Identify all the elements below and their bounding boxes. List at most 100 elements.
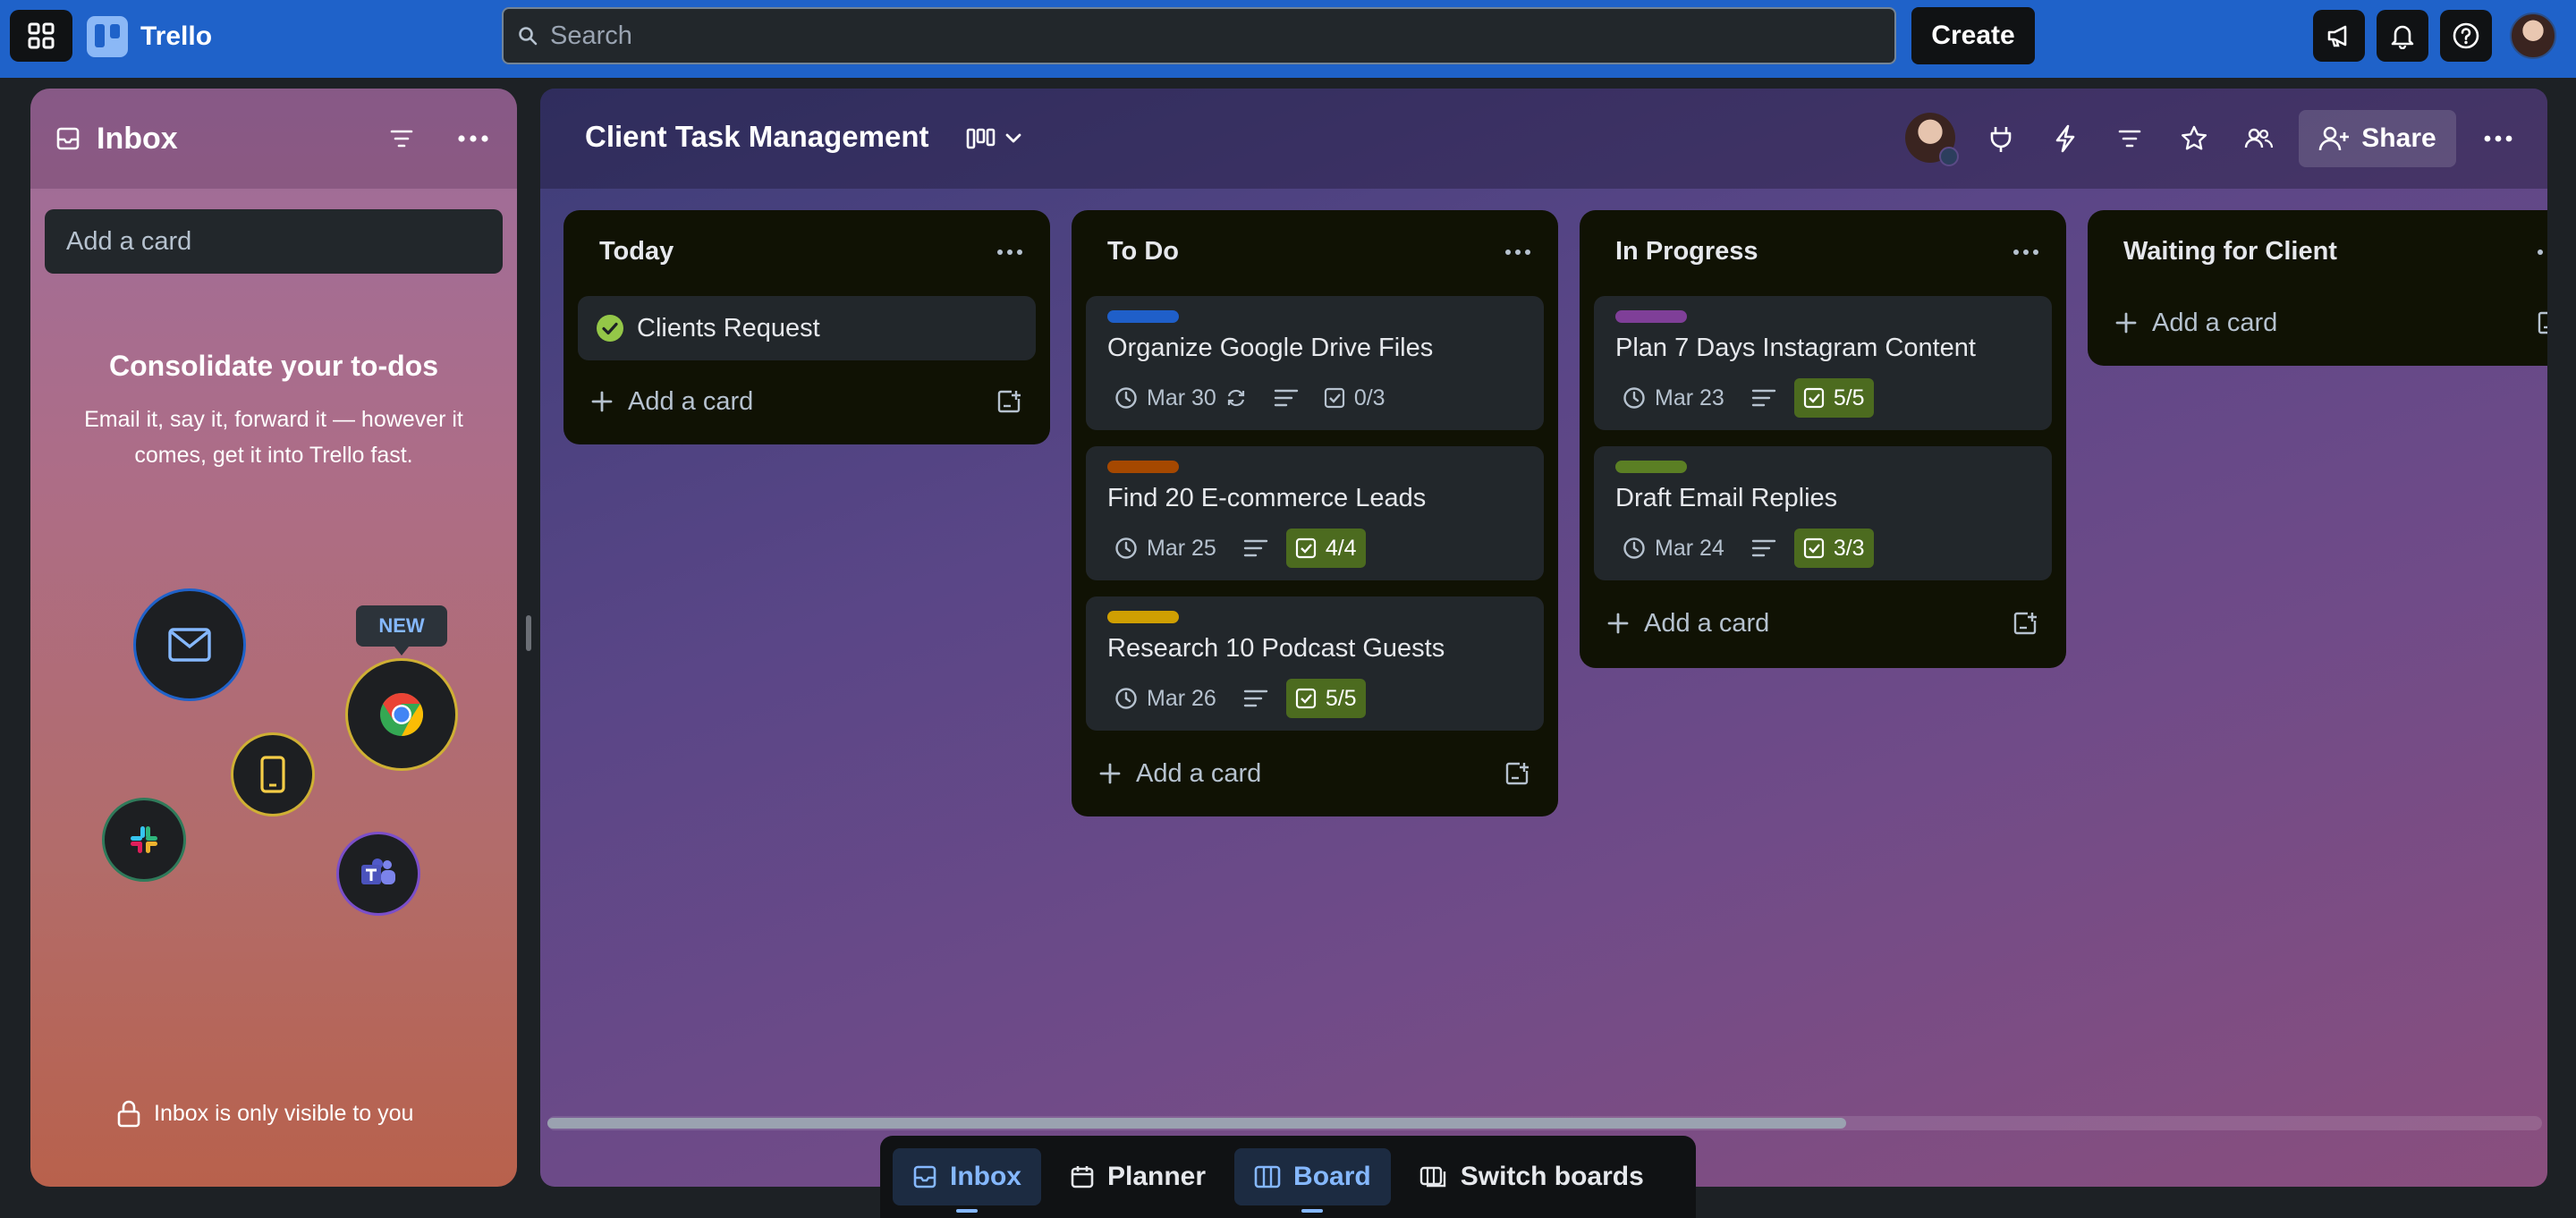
star-board-button[interactable] <box>2174 118 2215 159</box>
help-icon <box>2453 22 2479 49</box>
card[interactable]: Clients Request <box>578 296 1036 360</box>
card-label[interactable] <box>1615 461 1687 473</box>
search-input[interactable] <box>550 21 1802 51</box>
board-title[interactable]: Client Task Management <box>585 120 928 154</box>
switch-boards-icon <box>1419 1166 1445 1188</box>
card-template-icon[interactable] <box>2012 611 2038 636</box>
new-badge: NEW <box>356 605 447 656</box>
add-card-button[interactable]: Add a card <box>1086 749 1544 799</box>
list-to-do: To Do Organize Google Drive Files Mar 30… <box>1072 210 1558 816</box>
checklist-count: 5/5 <box>1325 685 1357 711</box>
card[interactable]: Research 10 Podcast Guests Mar 26 5/5 <box>1086 596 1544 731</box>
checklist-count: 3/3 <box>1833 535 1865 561</box>
teams-integration[interactable] <box>336 832 420 916</box>
switcher-switch-boards[interactable]: Switch boards <box>1400 1148 1664 1205</box>
share-button[interactable]: Share <box>2299 110 2456 167</box>
help-button[interactable] <box>2440 10 2492 62</box>
card-template-icon[interactable] <box>996 389 1021 414</box>
scrollbar-thumb[interactable] <box>547 1118 1846 1129</box>
due-date-badge[interactable]: Mar 25 <box>1107 529 1224 568</box>
add-card-button[interactable]: Add a card <box>578 376 1036 427</box>
board-canvas: Client Task Management Share Today Clien… <box>540 89 2547 1187</box>
inbox-more-button[interactable] <box>453 118 494 159</box>
chrome-integration[interactable] <box>345 658 458 771</box>
list-title[interactable]: Today <box>599 237 674 266</box>
board-member-avatar[interactable] <box>1905 113 1959 166</box>
more-horizontal-icon <box>1505 250 1530 255</box>
due-date-badge[interactable]: Mar 26 <box>1107 679 1224 718</box>
email-integration[interactable] <box>133 588 246 701</box>
card-label[interactable] <box>1107 611 1179 623</box>
completed-check-icon[interactable] <box>596 314 624 343</box>
board-view-icon <box>966 128 1021 149</box>
list-title[interactable]: Waiting for Client <box>2123 237 2337 266</box>
board-icon <box>1254 1165 1281 1188</box>
list-in-progress: In Progress Plan 7 Days Instagram Conten… <box>1580 210 2066 668</box>
board-filter-button[interactable] <box>2109 118 2150 159</box>
due-date-badge[interactable]: Mar 23 <box>1615 378 1732 418</box>
search-bar[interactable] <box>502 7 1896 64</box>
board-header: Client Task Management Share <box>540 89 2547 189</box>
inbox-add-card-input[interactable]: Add a card <box>45 209 503 274</box>
switcher-inbox[interactable]: Inbox <box>893 1148 1041 1213</box>
add-card-button[interactable]: Add a card <box>2102 298 2547 348</box>
card-label[interactable] <box>1107 461 1179 473</box>
board-more-button[interactable] <box>2478 118 2519 159</box>
add-card-button[interactable]: Add a card <box>1594 598 2052 648</box>
add-card-label: Add a card <box>1644 608 1770 638</box>
inbox-filter-button[interactable] <box>381 118 422 159</box>
list-title[interactable]: In Progress <box>1615 237 1758 266</box>
feedback-button[interactable] <box>2313 10 2365 62</box>
list-menu-button[interactable] <box>989 232 1030 273</box>
card-template-icon[interactable] <box>2537 310 2547 335</box>
card[interactable]: Organize Google Drive Files Mar 30 0/3 <box>1086 296 1544 430</box>
automation-button[interactable] <box>2045 118 2086 159</box>
card-badges: Mar 26 5/5 <box>1107 679 1366 718</box>
more-horizontal-icon <box>997 250 1022 255</box>
slack-integration[interactable] <box>102 798 186 882</box>
card-badges: Mar 25 4/4 <box>1107 529 1366 568</box>
checklist-icon <box>1295 537 1316 559</box>
card-title: Find 20 E-commerce Leads <box>1107 484 1427 512</box>
card-label[interactable] <box>1107 310 1179 323</box>
mobile-integration[interactable] <box>231 732 315 816</box>
due-date-badge[interactable]: Mar 24 <box>1615 529 1732 568</box>
panel-resize-handle[interactable] <box>526 615 531 651</box>
card-label[interactable] <box>1615 310 1687 323</box>
checklist-icon <box>1803 537 1824 559</box>
app-switcher-button[interactable] <box>10 10 72 62</box>
card-badges: Mar 24 3/3 <box>1615 529 1874 568</box>
card[interactable]: Plan 7 Days Instagram Content Mar 23 5/5 <box>1594 296 2052 430</box>
notifications-button[interactable] <box>2377 10 2428 62</box>
power-ups-button[interactable] <box>1980 118 2021 159</box>
switcher-board[interactable]: Board <box>1234 1148 1391 1213</box>
megaphone-icon <box>2327 25 2347 47</box>
visibility-button[interactable] <box>2238 118 2279 159</box>
switcher-switch-boards-label: Switch boards <box>1460 1162 1644 1191</box>
card-template-icon[interactable] <box>1504 761 1530 786</box>
switcher-planner[interactable]: Planner <box>1050 1148 1225 1205</box>
plus-icon <box>2115 312 2137 334</box>
app-name: Trello <box>140 21 213 51</box>
checklist-count: 5/5 <box>1833 385 1865 410</box>
description-icon <box>1751 539 1776 557</box>
card[interactable]: Draft Email Replies Mar 24 3/3 <box>1594 446 2052 580</box>
checklist-badge: 5/5 <box>1285 679 1366 718</box>
list-title[interactable]: To Do <box>1107 237 1179 266</box>
add-member-icon <box>2318 126 2350 151</box>
board-view-switcher[interactable] <box>961 118 1032 159</box>
recurring-icon <box>1227 389 1244 407</box>
create-button[interactable]: Create <box>1911 7 2035 64</box>
due-date: Mar 25 <box>1147 535 1216 561</box>
plug-icon <box>1990 127 2012 152</box>
description-icon <box>1274 389 1299 407</box>
card[interactable]: Find 20 E-commerce Leads Mar 25 4/4 <box>1086 446 1544 580</box>
list-menu-button[interactable] <box>2005 232 2046 273</box>
trello-logo[interactable]: Trello <box>87 16 212 57</box>
horizontal-scrollbar[interactable] <box>547 1116 2542 1130</box>
inbox-header: Inbox <box>30 89 517 189</box>
list-menu-button[interactable] <box>2529 232 2547 273</box>
account-avatar[interactable] <box>2510 13 2556 59</box>
due-date-badge[interactable]: Mar 30 <box>1107 378 1254 418</box>
list-menu-button[interactable] <box>1497 232 1538 273</box>
